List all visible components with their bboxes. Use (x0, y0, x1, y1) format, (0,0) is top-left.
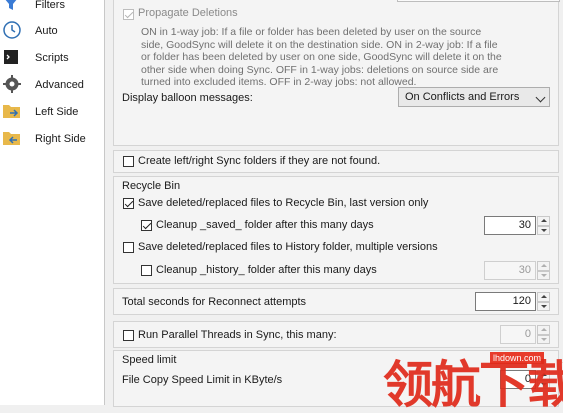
balloon-messages-label: Display balloon messages: (122, 92, 253, 104)
save-history-label: Save deleted/replaced files to History f… (138, 241, 438, 253)
stepper-buttons (537, 216, 550, 235)
save-history-checkbox[interactable] (123, 242, 134, 253)
stepper-value[interactable]: 120 (475, 292, 536, 311)
spin-up-icon[interactable] (537, 261, 550, 271)
reconnect-group: Total seconds for Reconnect attempts 120 (113, 288, 559, 315)
description-line: or folder has been deleted by user on on… (141, 51, 502, 63)
dropdown-value: On Conflicts and Errors (405, 91, 520, 103)
sidebar-item-filters[interactable]: Filters (0, 0, 104, 16)
parallel-threads-checkbox[interactable] (123, 330, 134, 341)
sidebar-item-scripts[interactable]: Scripts (0, 47, 104, 69)
propagate-group: Propagate Deletions ON in 1-way job: If … (113, 0, 560, 146)
spin-up-icon[interactable] (537, 292, 550, 302)
stepper-value[interactable]: 0 (500, 325, 536, 344)
stepper-buttons (537, 261, 550, 280)
sidebar-item-right-side[interactable]: Right Side (0, 128, 104, 150)
sidebar-item-label: Right Side (35, 133, 86, 145)
propagate-deletions-checkbox[interactable] (123, 9, 134, 20)
propagate-deletions-label: Propagate Deletions (138, 7, 238, 19)
cleanup-history-checkbox[interactable] (141, 265, 152, 276)
speed-limit-title: Speed limit (122, 354, 177, 366)
spin-down-icon[interactable] (537, 301, 550, 311)
balloon-messages-dropdown[interactable]: On Conflicts and Errors (398, 87, 550, 107)
terminal-icon (2, 48, 22, 68)
chevron-down-icon (535, 92, 546, 103)
spin-down-icon[interactable] (537, 225, 550, 235)
cleanup-history-days-stepper[interactable]: 30 (484, 261, 550, 280)
sidebar-item-label: Scripts (35, 52, 69, 64)
stepper-buttons (537, 292, 550, 311)
cleanup-saved-days-stepper[interactable]: 30 (484, 216, 550, 235)
sidebar: Filters Auto Scripts Advanced Left Side … (0, 0, 105, 405)
create-folders-label: Create left/right Sync folders if they a… (138, 155, 381, 167)
cleanup-saved-checkbox[interactable] (141, 220, 152, 231)
parallel-threads-stepper[interactable]: 0 (500, 325, 550, 344)
settings-panel: Propagate Deletions ON in 1-way job: If … (104, 0, 563, 407)
description-line: side, GoodSync will delete it on the des… (141, 38, 498, 51)
stepper-buttons (537, 325, 550, 344)
save-recycle-checkbox[interactable] (123, 198, 134, 209)
parallel-threads-label: Run Parallel Threads in Sync, this many: (138, 329, 337, 341)
recycle-bin-title: Recycle Bin (122, 180, 181, 192)
sidebar-item-auto[interactable]: Auto (0, 20, 104, 42)
description-line: other side when doing Sync. OFF in 1-way… (141, 63, 499, 76)
filter-icon (2, 0, 22, 15)
gear-icon (2, 74, 22, 94)
reconnect-seconds-stepper[interactable]: 120 (475, 292, 550, 311)
parallel-threads-group: Run Parallel Threads in Sync, this many:… (113, 321, 559, 348)
create-folders-checkbox[interactable] (123, 156, 134, 167)
spin-down-icon[interactable] (537, 270, 550, 280)
folder-arrow-right-icon (2, 102, 22, 122)
recycle-bin-group: Recycle Bin Save deleted/replaced files … (113, 176, 559, 284)
speed-limit-label: File Copy Speed Limit in KByte/s (122, 374, 283, 386)
spin-up-icon[interactable] (537, 325, 550, 335)
create-folders-group: Create left/right Sync folders if they a… (113, 150, 559, 173)
sidebar-item-label: Left Side (35, 106, 79, 118)
sidebar-item-left-side[interactable]: Left Side (0, 101, 104, 123)
stepper-value[interactable]: 30 (484, 261, 536, 280)
spin-down-icon[interactable] (537, 334, 550, 344)
sidebar-item-label: Advanced (35, 79, 84, 91)
folder-arrow-left-icon (2, 129, 22, 149)
save-recycle-label: Save deleted/replaced files to Recycle B… (138, 197, 429, 209)
description-line: ON in 1-way job: If a file or folder has… (141, 26, 482, 38)
dropdown-edge (397, 0, 560, 2)
sidebar-item-label: Filters (35, 0, 65, 11)
description-line: turned into excluded items. OFF in 2-way… (141, 76, 417, 88)
cleanup-saved-label: Cleanup _saved_ folder after this many d… (156, 219, 374, 231)
reconnect-label: Total seconds for Reconnect attempts (122, 296, 307, 308)
stepper-value[interactable]: 30 (484, 216, 536, 235)
clock-icon (2, 20, 22, 40)
sidebar-item-label: Auto (35, 25, 58, 37)
sidebar-item-advanced[interactable]: Advanced (0, 74, 104, 96)
spin-up-icon[interactable] (537, 216, 550, 226)
cleanup-history-label: Cleanup _history_ folder after this many… (156, 264, 377, 276)
